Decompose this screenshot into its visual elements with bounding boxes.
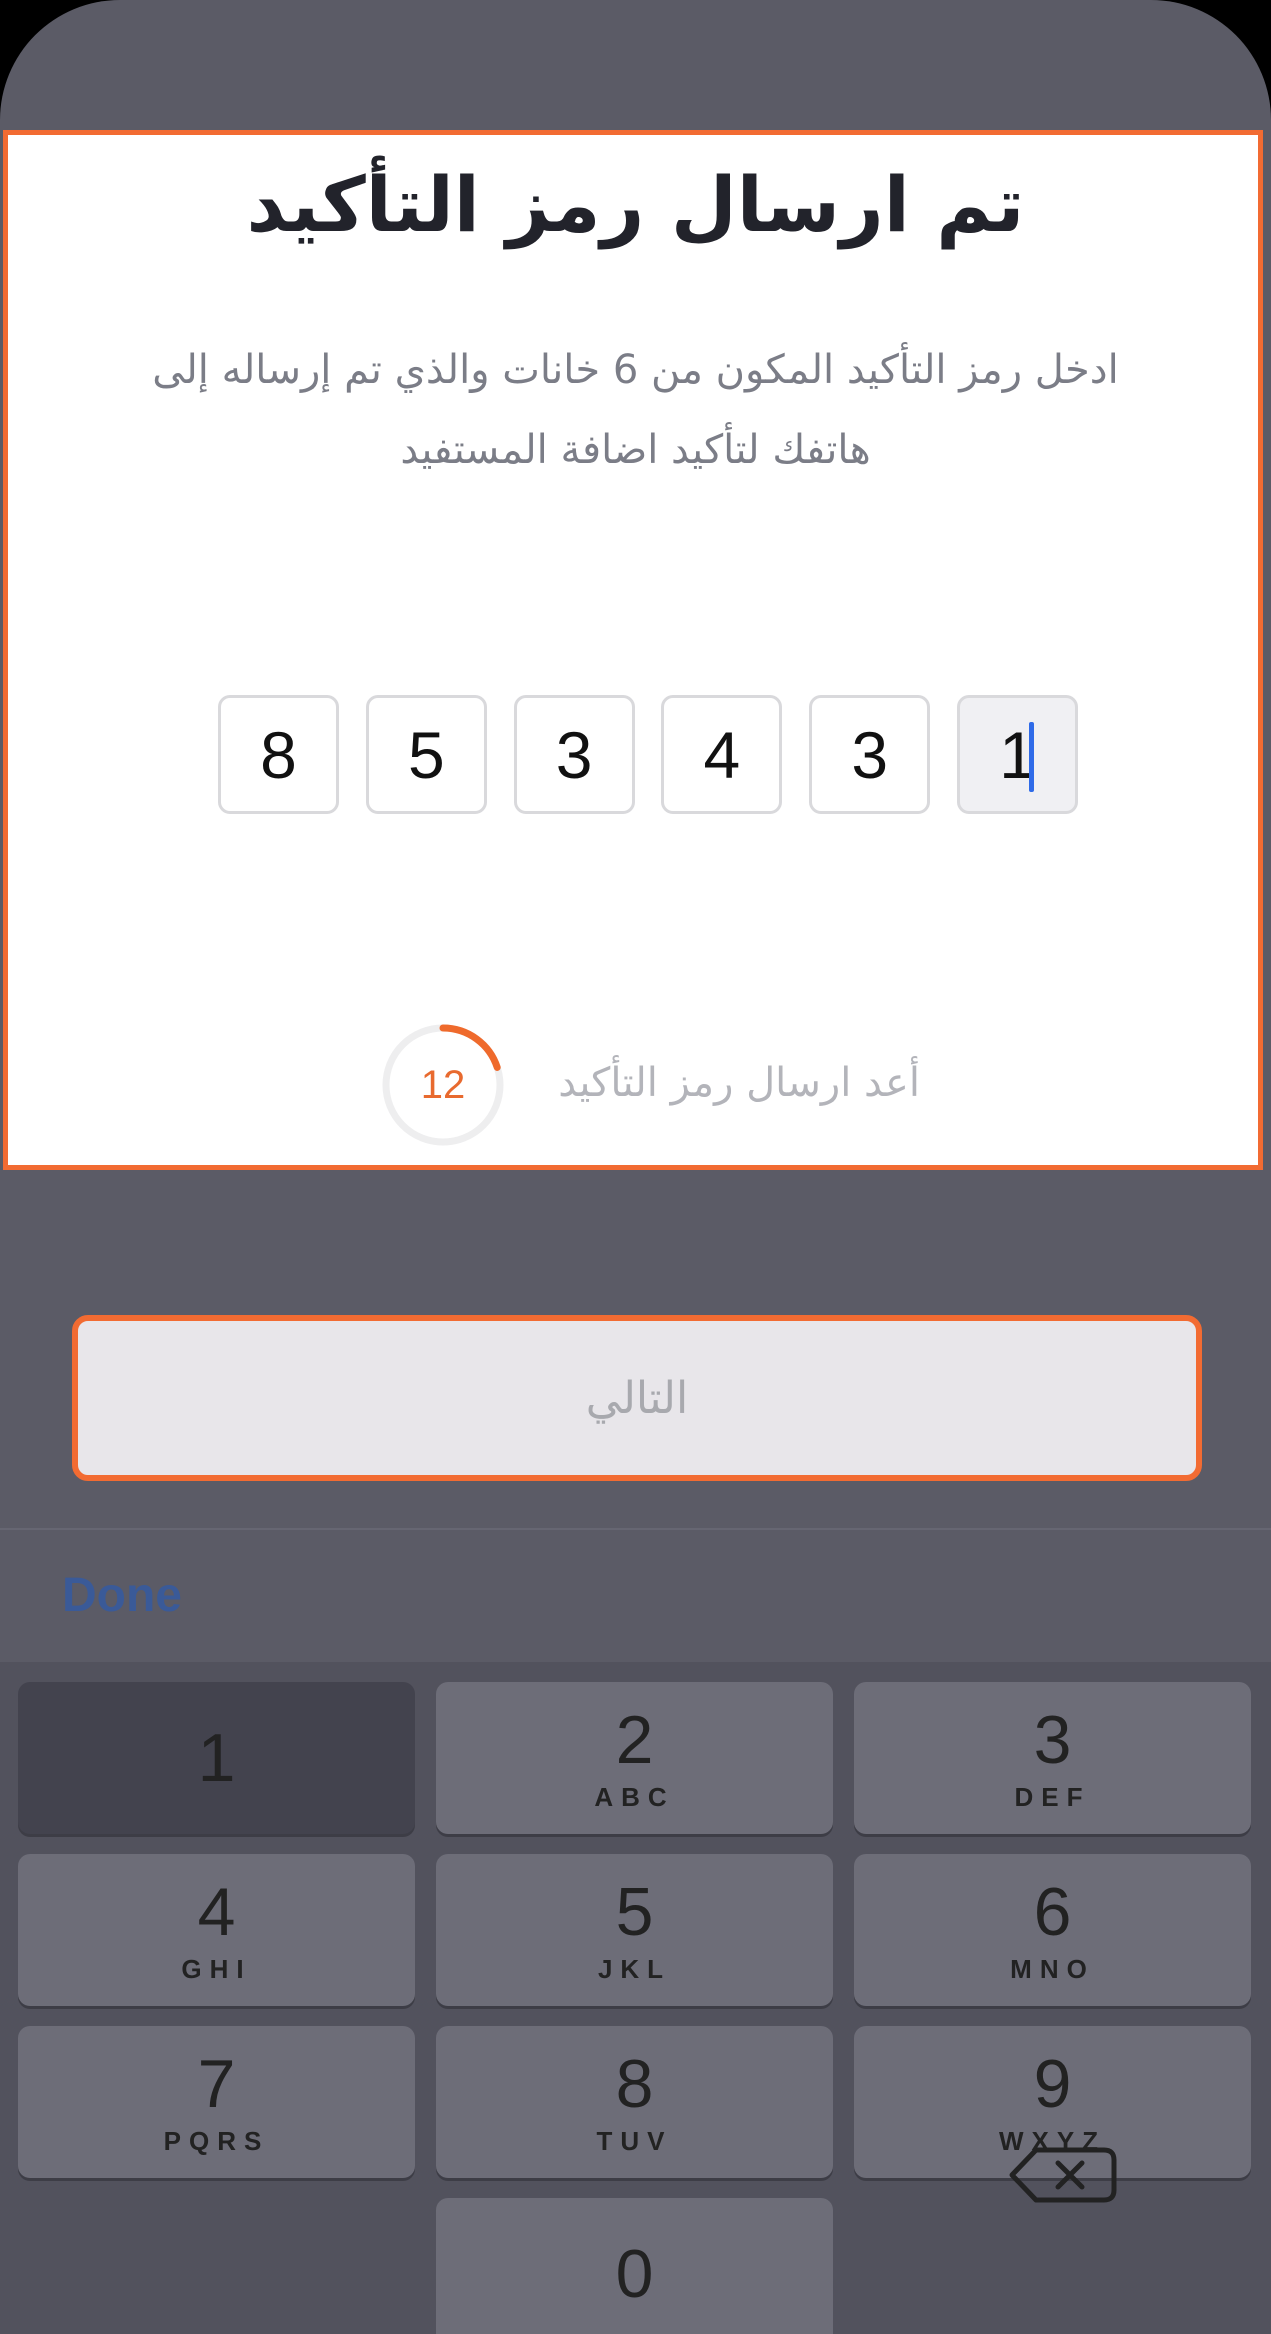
otp-input-group: 8 5 3 4 3 1 bbox=[218, 695, 1078, 817]
key-6[interactable]: 6 MNO bbox=[854, 1854, 1251, 2006]
key-8[interactable]: 8 TUV bbox=[436, 2026, 833, 2178]
key-5[interactable]: 5 JKL bbox=[436, 1854, 833, 2006]
countdown-timer: 12 bbox=[380, 1022, 506, 1148]
otp-digit-1[interactable]: 8 bbox=[218, 695, 339, 814]
key-8-letters: TUV bbox=[596, 2125, 673, 2156]
key-7[interactable]: 7 PQRS bbox=[18, 2026, 415, 2178]
resend-code-row: 12 أعد ارسال رمز التأكيد bbox=[380, 1020, 940, 1150]
next-button[interactable]: التالي bbox=[72, 1315, 1202, 1481]
resend-code-link[interactable]: أعد ارسال رمز التأكيد bbox=[558, 1060, 920, 1106]
key-2-letters: ABC bbox=[594, 1781, 675, 1812]
instructions-line-1: ادخل رمز التأكيد المكون من 6 خانات والذي… bbox=[152, 347, 1119, 393]
key-3[interactable]: 3 DEF bbox=[854, 1682, 1251, 1834]
phone-screen: تم ارسال رمز التأكيد ادخل رمز التأكيد ال… bbox=[0, 0, 1271, 2334]
key-7-number: 7 bbox=[197, 2045, 236, 2122]
key-5-number: 5 bbox=[615, 1873, 654, 1950]
otp-digit-3[interactable]: 3 bbox=[513, 695, 635, 814]
backspace-icon[interactable] bbox=[1000, 2130, 1124, 2220]
key-5-letters: JKL bbox=[597, 1953, 672, 1984]
text-caret bbox=[1028, 722, 1034, 792]
key-4-number: 4 bbox=[197, 1873, 236, 1950]
otp-digit-5[interactable]: 3 bbox=[809, 695, 931, 814]
countdown-seconds: 12 bbox=[420, 1062, 466, 1107]
verification-panel bbox=[3, 130, 1263, 1170]
key-0-number: 0 bbox=[615, 2236, 654, 2312]
key-4[interactable]: 4 GHI bbox=[18, 1854, 415, 2006]
numeric-keypad: 1 2 ABC 3 DEF 4 GHI 5 JKL 6 MNO 7 PQRS 8… bbox=[0, 1662, 1271, 2334]
page-title: تم ارسال رمز التأكيد bbox=[246, 160, 1025, 249]
key-3-letters: DEF bbox=[1014, 1781, 1091, 1812]
done-button[interactable]: Done bbox=[62, 1568, 182, 1623]
key-4-letters: GHI bbox=[181, 1953, 252, 1984]
key-3-number: 3 bbox=[1033, 1701, 1072, 1778]
key-1[interactable]: 1 bbox=[18, 1682, 415, 1834]
key-6-number: 6 bbox=[1033, 1873, 1072, 1950]
key-8-number: 8 bbox=[615, 2045, 654, 2122]
otp-digit-6-active[interactable]: 1 bbox=[956, 695, 1078, 814]
instructions-text: ادخل رمز التأكيد المكون من 6 خانات والذي… bbox=[90, 330, 1181, 490]
keyboard-toolbar-divider bbox=[0, 1528, 1271, 1530]
key-2-number: 2 bbox=[615, 1701, 654, 1778]
instructions-line-2: هاتفك لتأكيد اضافة المستفيد bbox=[400, 427, 871, 473]
key-1-number: 1 bbox=[197, 1720, 236, 1796]
otp-digit-2[interactable]: 5 bbox=[365, 695, 487, 814]
key-2[interactable]: 2 ABC bbox=[436, 1682, 833, 1834]
key-0[interactable]: 0 bbox=[436, 2198, 833, 2334]
key-9-number: 9 bbox=[1033, 2045, 1072, 2122]
key-6-letters: MNO bbox=[1010, 1953, 1095, 1984]
otp-digit-4[interactable]: 4 bbox=[661, 695, 783, 814]
key-7-letters: PQRS bbox=[163, 2125, 270, 2156]
